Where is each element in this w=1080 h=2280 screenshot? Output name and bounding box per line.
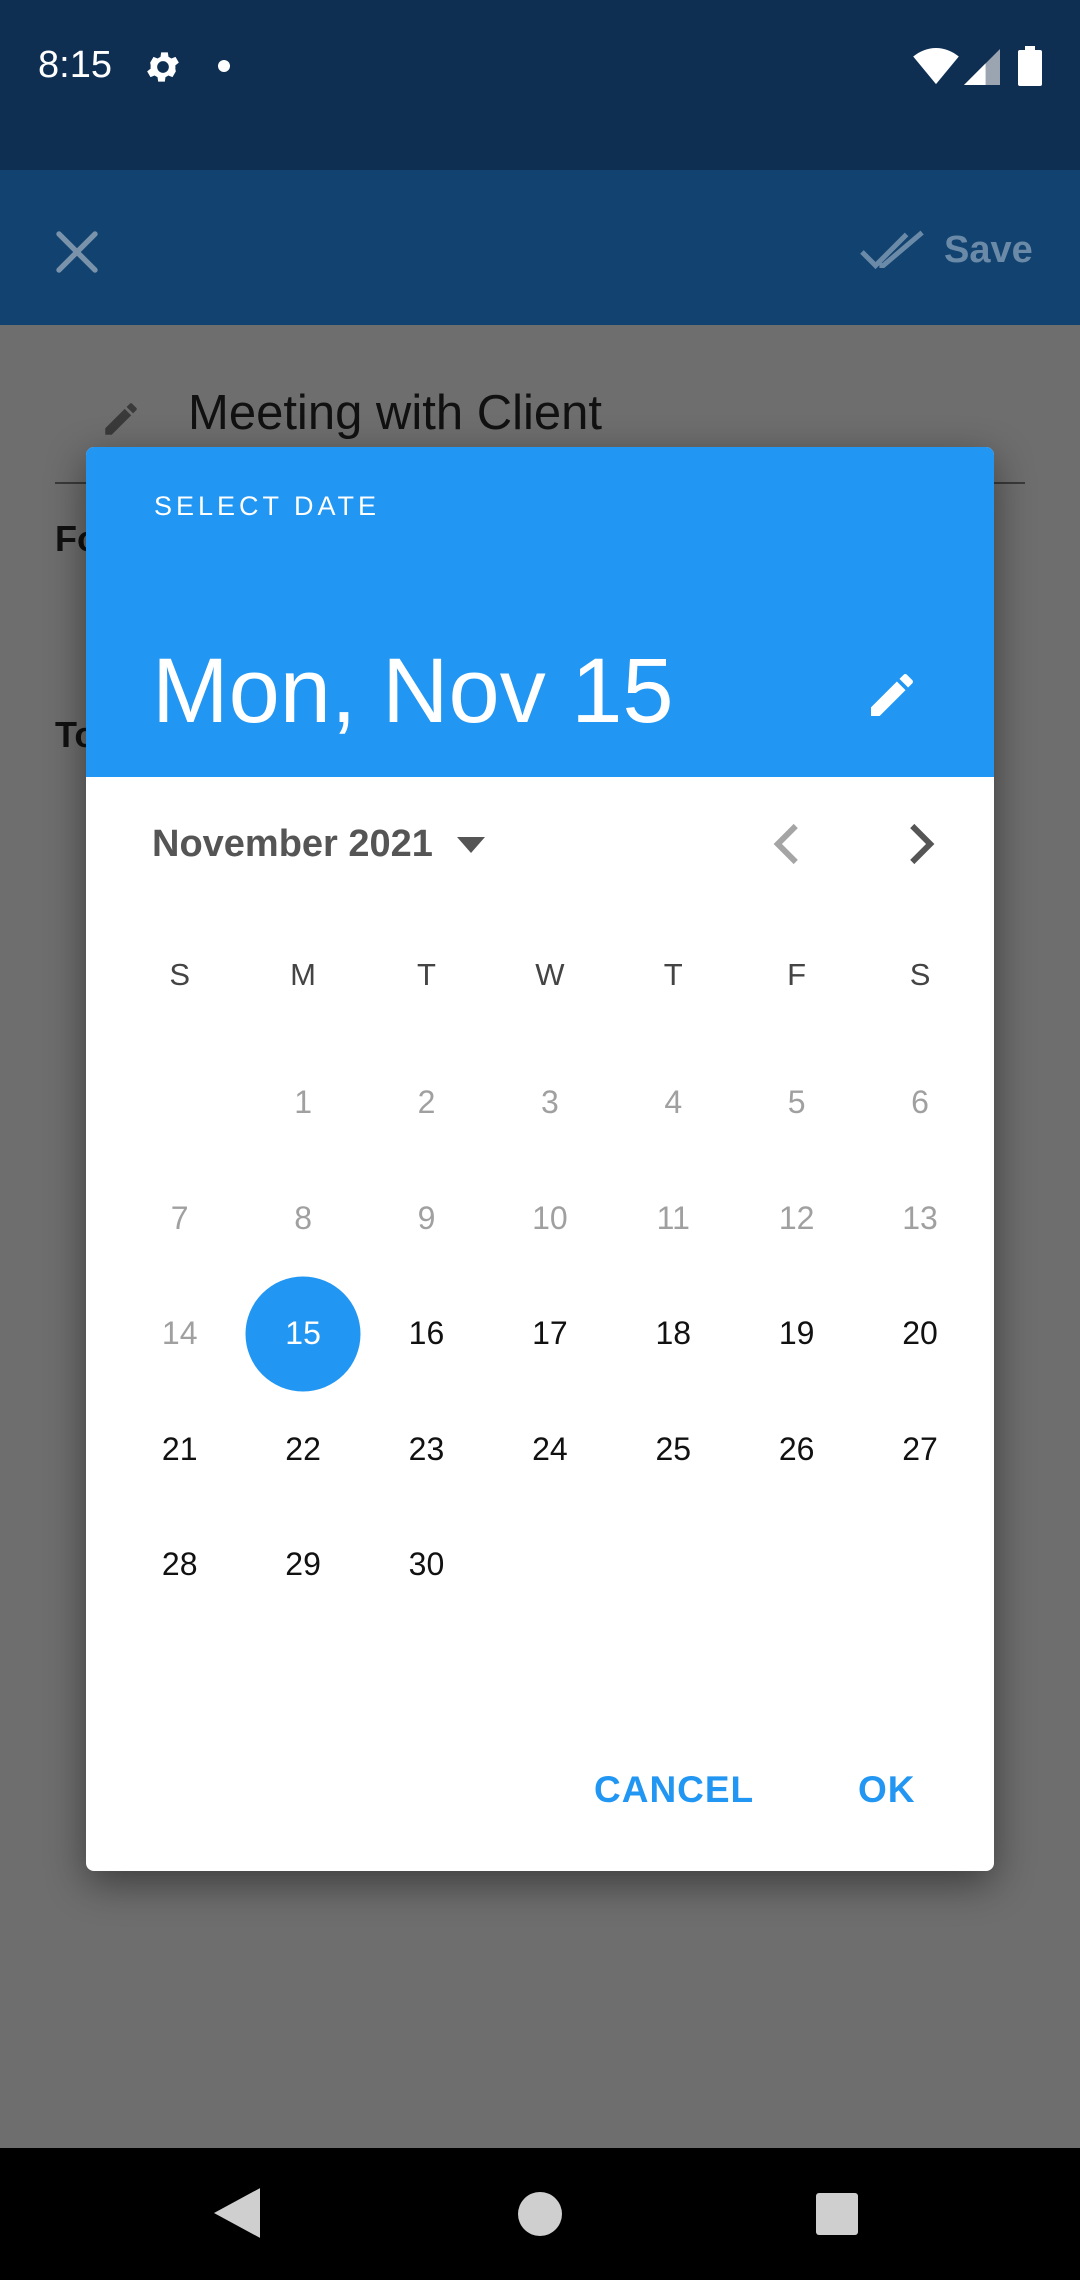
day-cell-empty xyxy=(858,1507,981,1623)
week-row: 1 2 3 4 5 6 xyxy=(118,1045,982,1161)
day-cell[interactable]: 16 xyxy=(365,1276,488,1392)
day-cell[interactable]: 29 xyxy=(241,1507,364,1623)
day-cell: 5 xyxy=(787,1084,806,1121)
week-row: 28 29 30 xyxy=(118,1507,982,1623)
weekday-label: S xyxy=(909,957,931,992)
day-cell: 4 xyxy=(664,1084,683,1121)
weekday-label: T xyxy=(663,957,683,992)
close-icon[interactable] xyxy=(50,225,104,279)
status-bar: 8:15 xyxy=(0,0,1080,170)
day-cell[interactable]: 30 xyxy=(365,1507,488,1623)
gear-icon xyxy=(147,52,179,82)
next-month-chevron-icon[interactable] xyxy=(892,817,946,871)
day-cell[interactable]: 27 xyxy=(858,1392,981,1508)
day-cell: 13 xyxy=(902,1199,938,1236)
day-cell[interactable]: 24 xyxy=(488,1392,611,1508)
day-cell[interactable]: 18 xyxy=(612,1276,735,1392)
day-cell[interactable]: 23 xyxy=(365,1392,488,1508)
calendar-days-grid: 1 2 3 4 5 6 7 8 9 10 11 12 13 14 15 16 1… xyxy=(118,1045,982,1623)
day-cell-selected[interactable]: 15 xyxy=(241,1276,364,1392)
day-cell[interactable]: 28 xyxy=(118,1507,241,1623)
previous-month-chevron-icon[interactable] xyxy=(762,817,816,871)
week-row: 14 15 16 17 18 19 20 xyxy=(118,1276,982,1392)
signal-icon xyxy=(964,49,1000,85)
edit-pencil-icon[interactable] xyxy=(864,667,920,723)
day-cell: 3 xyxy=(540,1084,559,1121)
day-cell[interactable]: 25 xyxy=(612,1392,735,1508)
home-circle-icon[interactable] xyxy=(518,2192,562,2236)
day-cell[interactable]: 20 xyxy=(858,1276,981,1392)
week-row: 21 22 23 24 25 26 27 xyxy=(118,1392,982,1508)
day-cell: 12 xyxy=(778,1199,815,1236)
day-cell: 2 xyxy=(417,1084,436,1121)
day-cell: 1 xyxy=(294,1084,312,1121)
save-button[interactable]: Save xyxy=(860,220,1050,280)
date-picker-header: SELECT DATE Mon, Nov 15 xyxy=(86,447,994,777)
day-cell: 7 xyxy=(170,1199,189,1236)
save-label: Save xyxy=(944,228,1033,271)
weekday-label: W xyxy=(535,957,565,992)
day-cell: 9 xyxy=(417,1199,436,1236)
month-year-selector[interactable]: November 2021 xyxy=(152,823,485,866)
weekday-label: S xyxy=(169,957,191,992)
day-cell-empty xyxy=(612,1507,735,1623)
date-picker-dialog: SELECT DATE Mon, Nov 15 November 2021 S … xyxy=(86,447,994,1871)
day-cell-empty xyxy=(735,1507,858,1623)
day-cell: 14 xyxy=(161,1315,198,1352)
dropdown-arrow-icon xyxy=(456,836,485,853)
day-cell-empty xyxy=(488,1507,611,1623)
selected-date-headline: Mon, Nov 15 xyxy=(152,640,674,742)
wifi-icon xyxy=(913,48,959,85)
day-cell: 10 xyxy=(532,1199,568,1236)
day-cell[interactable]: 17 xyxy=(488,1276,611,1392)
day-cell-empty xyxy=(118,1045,241,1161)
day-cell[interactable]: 21 xyxy=(118,1392,241,1508)
weekday-label: T xyxy=(417,957,436,992)
day-cell[interactable]: 26 xyxy=(735,1392,858,1508)
weekday-label: F xyxy=(787,957,807,992)
weekday-header: S M T W T F S xyxy=(118,957,982,993)
event-title-field[interactable]: Meeting with Client xyxy=(188,385,602,441)
week-row: 7 8 9 10 11 12 13 xyxy=(118,1161,982,1277)
back-triangle-icon[interactable] xyxy=(214,2188,260,2238)
day-cell: 8 xyxy=(294,1199,312,1236)
double-check-icon xyxy=(860,230,924,270)
recents-square-icon[interactable] xyxy=(816,2193,858,2235)
day-cell: 11 xyxy=(656,1199,690,1236)
day-cell[interactable]: 22 xyxy=(241,1392,364,1508)
month-year-label: November 2021 xyxy=(152,823,433,865)
notification-dot-icon xyxy=(218,60,230,72)
day-cell[interactable]: 19 xyxy=(735,1276,858,1392)
select-date-label: SELECT DATE xyxy=(154,491,381,521)
battery-icon xyxy=(1018,46,1042,86)
cancel-button[interactable]: CANCEL xyxy=(594,1769,754,1811)
pencil-icon xyxy=(105,403,137,435)
weekday-label: M xyxy=(290,957,316,992)
day-cell: 6 xyxy=(911,1084,929,1121)
ok-button[interactable]: OK xyxy=(858,1769,916,1811)
status-time: 8:15 xyxy=(38,44,112,86)
